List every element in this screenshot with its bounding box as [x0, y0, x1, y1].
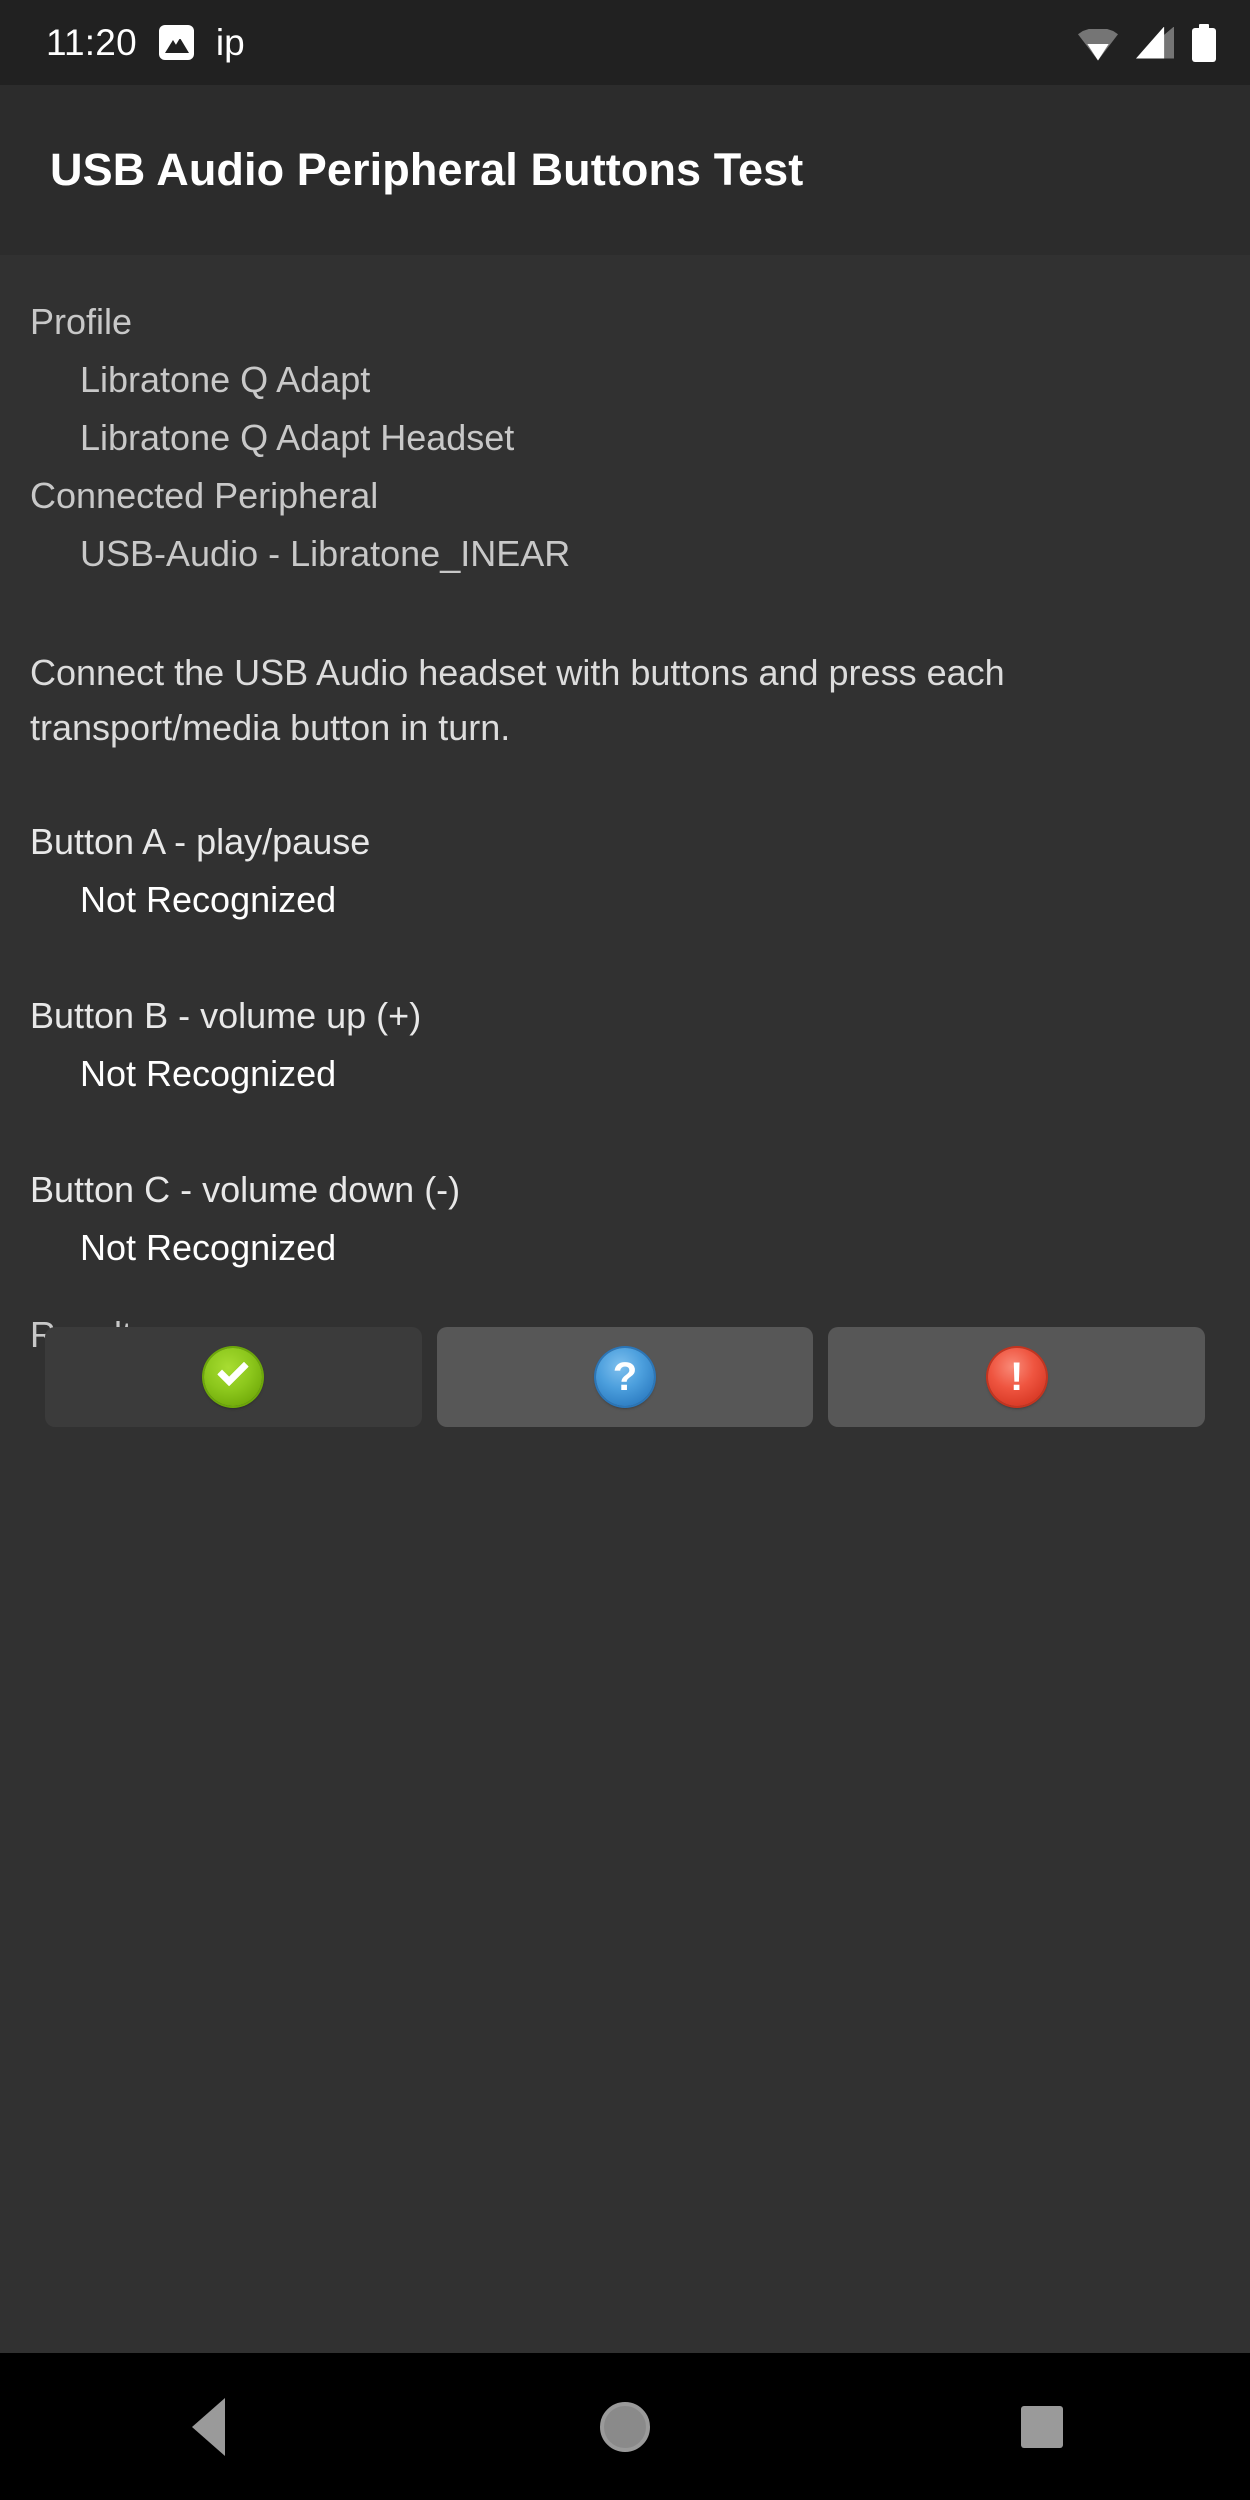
- home-button[interactable]: [535, 2353, 715, 2500]
- page-title: USB Audio Peripheral Buttons Test: [50, 144, 804, 195]
- back-triangle-icon: [191, 2397, 225, 2456]
- question-glyph: ?: [612, 1355, 638, 1399]
- status-bar-clock: 11:20: [46, 22, 137, 63]
- profile-heading: Profile: [30, 301, 133, 342]
- profile-name-1: Libratone Q Adapt: [80, 359, 371, 400]
- wifi-icon: [1078, 27, 1118, 61]
- connected-peripheral-value: USB-Audio - Libratone_INEAR: [80, 533, 571, 574]
- button-c-test: Button C - volume down (-) Not Recognize…: [30, 1103, 1220, 1277]
- check-circle-icon: [204, 1348, 263, 1406]
- exclamation-glyph: !: [1010, 1355, 1024, 1399]
- recents-button[interactable]: [952, 2353, 1132, 2500]
- button-c-status: Not Recognized: [80, 1227, 337, 1268]
- button-b-test: Button B - volume up (+) Not Recognized: [30, 929, 1220, 1103]
- fail-button[interactable]: !: [828, 1327, 1206, 1427]
- button-c-label: Button C - volume down (-): [30, 1169, 461, 1210]
- button-b-status: Not Recognized: [80, 1053, 337, 1094]
- recents-square-icon: [1020, 2405, 1063, 2448]
- button-a-label: Button A - play/pause: [30, 821, 371, 862]
- connected-peripheral-heading: Connected Peripheral: [30, 475, 379, 516]
- button-a-test: Button A - play/pause Not Recognized: [30, 755, 1220, 929]
- system-navigation-bar: [0, 2353, 1250, 2500]
- home-circle-icon: [599, 2401, 650, 2452]
- instructions-text: Connect the USB Audio headset with butto…: [30, 652, 1005, 748]
- pass-button[interactable]: [45, 1327, 422, 1427]
- cellular-signal-icon: [1136, 26, 1174, 59]
- status-bar: 11:20 ip: [0, 0, 1250, 85]
- profile-name-2: Libratone Q Adapt Headset: [80, 417, 515, 458]
- exclamation-circle-icon: !: [987, 1348, 1046, 1406]
- photo-icon: [158, 25, 194, 60]
- results-action-row: ? !: [45, 1327, 1206, 1427]
- profile-section: Profile Libratone Q Adapt Libratone Q Ad…: [30, 255, 1220, 583]
- info-button[interactable]: ?: [436, 1327, 814, 1427]
- status-bar-right: [1078, 23, 1216, 62]
- back-button[interactable]: [118, 2353, 298, 2500]
- battery-icon: [1192, 23, 1216, 62]
- status-bar-left: 11:20 ip: [46, 24, 245, 61]
- button-b-label: Button B - volume up (+): [30, 995, 422, 1036]
- main-content: Profile Libratone Q Adapt Libratone Q Ad…: [0, 255, 1250, 2353]
- button-a-status: Not Recognized: [80, 879, 337, 920]
- question-circle-icon: ?: [596, 1348, 654, 1406]
- app-title-bar: USB Audio Peripheral Buttons Test: [0, 85, 1250, 255]
- status-bar-ip-label: ip: [215, 22, 245, 63]
